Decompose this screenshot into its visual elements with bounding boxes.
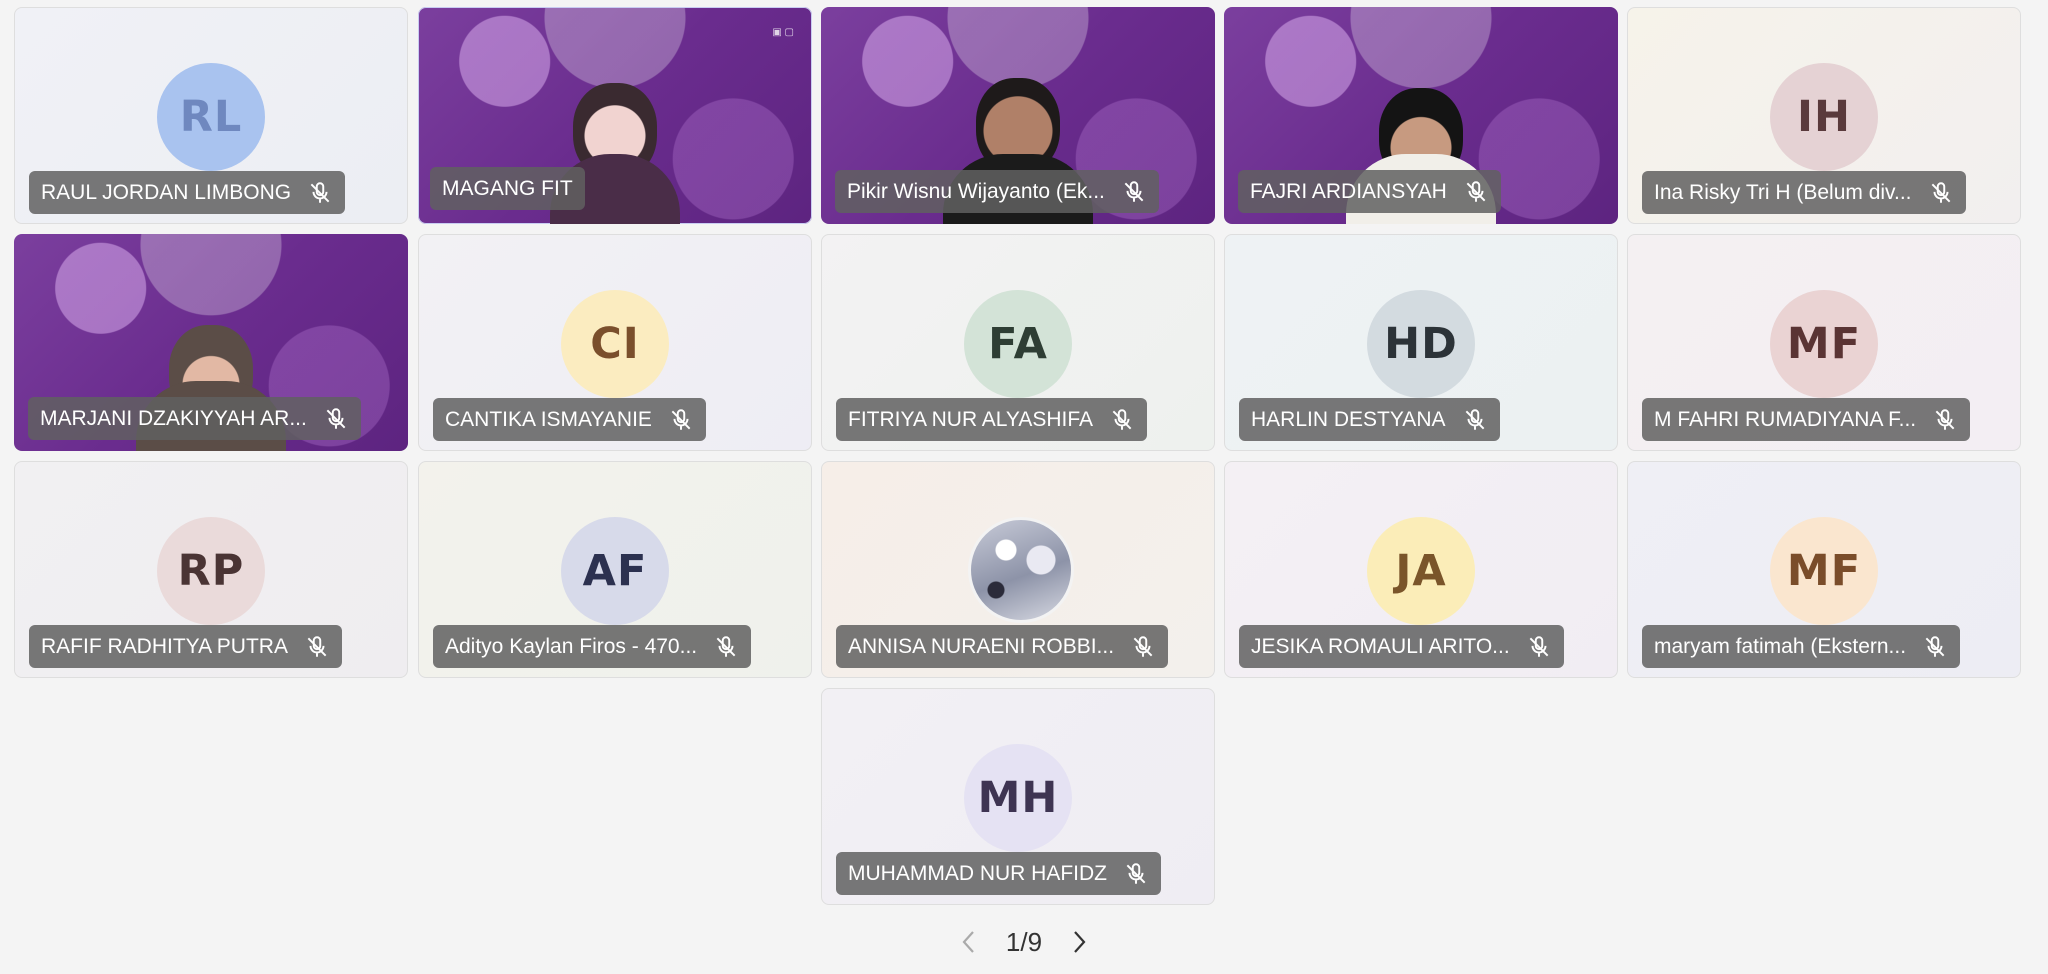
mic-muted-icon [1124,180,1144,202]
participant-tile[interactable]: RL RAUL JORDAN LIMBONG [14,7,408,224]
name-label: RAFIF RADHITYA PUTRA [29,625,342,668]
participant-name: CANTIKA ISMAYANIE [445,407,652,431]
avatar: RP [157,517,265,625]
participant-tile[interactable]: MARJANI DZAKIYYAH AR... [14,234,408,451]
participant-tile[interactable]: ▣ ▢ MAGANG FIT [418,7,812,224]
participant-name: RAUL JORDAN LIMBONG [41,180,292,204]
participant-name: FAJRI ARDIANSYAH [1250,179,1447,203]
avatar: MF [1770,290,1878,398]
avatar: CI [561,290,669,398]
chevron-left-icon[interactable] [958,928,980,956]
avatar: FA [964,290,1072,398]
mic-muted-icon [716,635,736,657]
pagination: 1/9 [0,920,2048,964]
name-label: Ina Risky Tri H (Belum div... [1642,171,1966,214]
slide-background: ▣ ▢ [772,27,794,38]
participant-name: MARJANI DZAKIYYAH AR... [40,406,307,430]
mic-muted-icon [310,181,330,203]
name-label: ANNISA NURAENI ROBBI... [836,625,1169,668]
participant-tile[interactable]: MF maryam fatimah (Ekstern... [1627,461,2021,678]
participant-tile[interactable]: CI CANTIKA ISMAYANIE [418,234,812,451]
participant-tile[interactable]: MF M FAHRI RUMADIYANA F... [1627,234,2021,451]
participant-name: HARLIN DESTYANA [1251,407,1446,431]
participant-name: maryam fatimah (Ekstern... [1654,634,1907,658]
name-label: JESIKA ROMAULI ARITO... [1239,625,1564,668]
participant-name: MUHAMMAD NUR HAFIDZ [848,861,1107,885]
name-label: CANTIKA ISMAYANIE [433,398,706,441]
participant-tile[interactable]: HD HARLIN DESTYANA [1224,234,1618,451]
participant-grid: RL RAUL JORDAN LIMBONG ▣ ▢ MAGANG FIT Pi… [0,0,2048,920]
participant-name: JESIKA ROMAULI ARITO... [1251,634,1510,658]
mic-muted-icon [1465,408,1484,430]
mic-muted-icon [1112,408,1132,430]
participant-tile[interactable]: AF Adityo Kaylan Firos - 470... [418,461,812,678]
participant-name: RAFIF RADHITYA PUTRA [41,634,288,658]
mic-muted-icon [1466,180,1486,202]
chevron-right-icon[interactable] [1068,928,1090,956]
mic-muted-icon [326,407,346,429]
participant-tile[interactable]: IH Ina Risky Tri H (Belum div... [1627,7,2021,224]
participant-name: Ina Risky Tri H (Belum div... [1654,180,1912,204]
participant-tile[interactable]: Pikir Wisnu Wijayanto (Ek... [821,7,1215,224]
name-label: maryam fatimah (Ekstern... [1642,625,1961,668]
mic-muted-icon [671,408,691,430]
avatar: MH [964,744,1072,852]
participant-tile[interactable]: MH MUHAMMAD NUR HAFIDZ [821,688,1215,905]
mic-muted-icon [1529,635,1549,657]
name-label: RAUL JORDAN LIMBONG [29,171,346,214]
name-label: MARJANI DZAKIYYAH AR... [28,397,361,440]
avatar: RL [157,63,265,171]
avatar: AF [561,517,669,625]
avatar: IH [1770,63,1878,171]
participant-name: Adityo Kaylan Firos - 470... [445,634,698,658]
participant-tile[interactable]: FA FITRIYA NUR ALYASHIFA [821,234,1215,451]
mic-muted-icon [1925,635,1945,657]
avatar: HD [1367,290,1475,398]
participant-tile[interactable]: RP RAFIF RADHITYA PUTRA [14,461,408,678]
participant-name: M FAHRI RUMADIYANA F... [1654,407,1917,431]
mic-muted-icon [1126,862,1146,884]
avatar-photo [968,517,1074,623]
participant-tile[interactable]: JA JESIKA ROMAULI ARITO... [1224,461,1618,678]
mic-muted-icon [1935,408,1955,430]
name-label: MUHAMMAD NUR HAFIDZ [836,852,1161,895]
mic-muted-icon [1931,181,1950,203]
page-indicator: 1/9 [1005,926,1043,957]
name-label: MAGANG FIT [430,167,585,210]
mic-muted-icon [1133,635,1153,657]
avatar: MF [1770,517,1878,625]
name-label: HARLIN DESTYANA [1239,398,1500,441]
participant-name: FITRIYA NUR ALYASHIFA [848,407,1094,431]
participant-name: MAGANG FIT [442,176,573,200]
name-label: Pikir Wisnu Wijayanto (Ek... [835,170,1159,213]
name-label: M FAHRI RUMADIYANA F... [1642,398,1971,441]
participant-name: ANNISA NURAENI ROBBI... [848,634,1115,658]
name-label: Adityo Kaylan Firos - 470... [433,625,752,668]
participant-tile[interactable]: FAJRI ARDIANSYAH [1224,7,1618,224]
participant-tile[interactable]: ANNISA NURAENI ROBBI... [821,461,1215,678]
mic-muted-icon [307,635,327,657]
avatar: JA [1367,517,1475,625]
name-label: FITRIYA NUR ALYASHIFA [836,398,1148,441]
participant-name: Pikir Wisnu Wijayanto (Ek... [847,179,1105,203]
name-label: FAJRI ARDIANSYAH [1238,170,1501,213]
